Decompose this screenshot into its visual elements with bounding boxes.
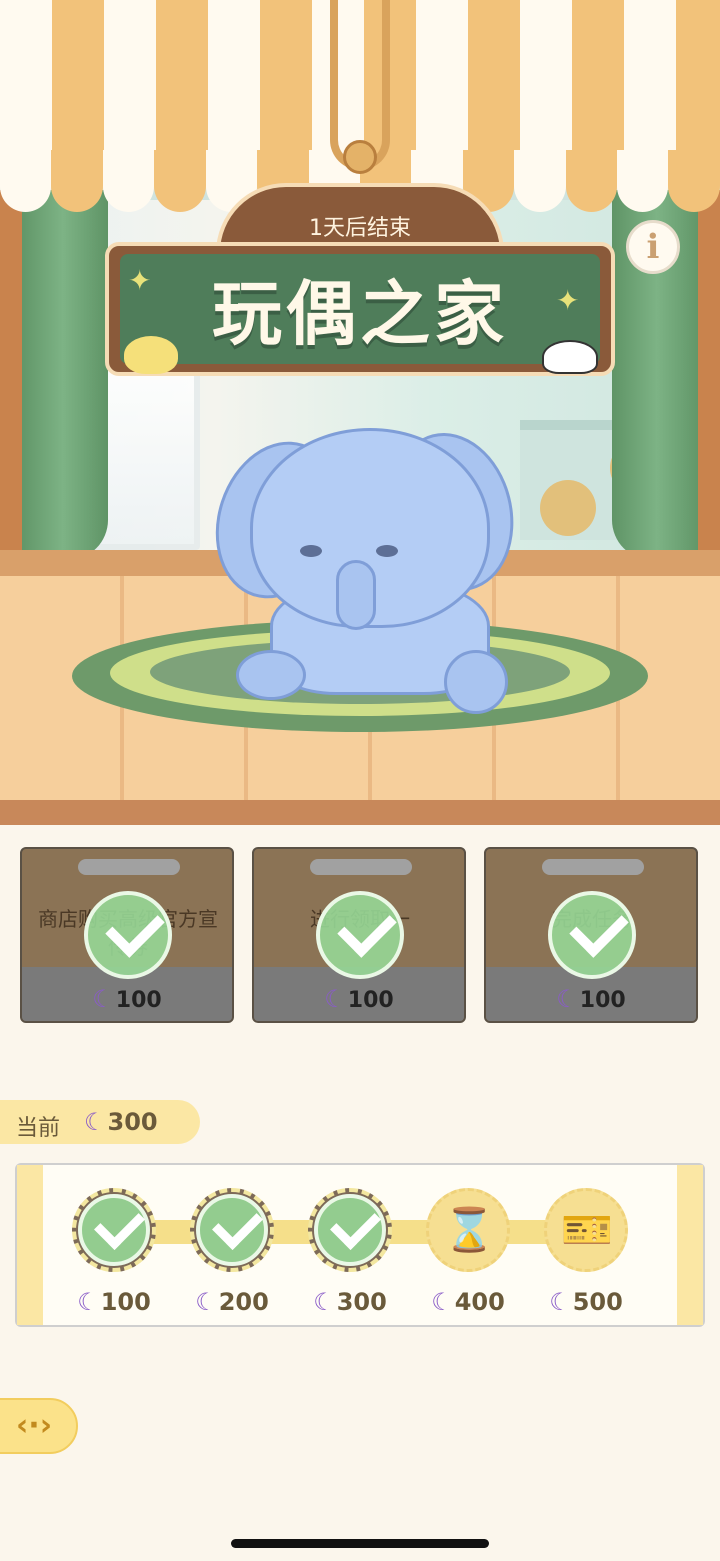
milestone-label: ☾400 [418, 1288, 518, 1316]
moon-currency-icon: ☾ [92, 985, 114, 1013]
task-reward: ☾100 [22, 985, 232, 1013]
task-card-tab [78, 859, 180, 875]
elephant-leg [444, 650, 508, 714]
floor-bottom-edge [0, 800, 720, 825]
task-card[interactable]: 完成任务 ☾100 [484, 847, 698, 1023]
task-card[interactable]: 商店购买高级官方宣传券 ☾100 [20, 847, 234, 1023]
back-arrow-icon: ‹·› [15, 1408, 53, 1443]
rope-knot [343, 140, 377, 174]
task-card[interactable]: 进行领取一 ☾100 [252, 847, 466, 1023]
info-button[interactable]: i [626, 220, 680, 274]
sparkle-icon: ✦ [556, 284, 580, 317]
ticket-icon: 🎫 [561, 1205, 614, 1254]
booth-post-left [0, 190, 22, 560]
claimed-check-icon [78, 1194, 150, 1266]
track-edge-left [17, 1165, 43, 1325]
task-card-tab [542, 859, 644, 875]
completed-check-icon [316, 891, 404, 979]
milestone-node-200[interactable] [190, 1188, 274, 1272]
completed-check-icon [548, 891, 636, 979]
elephant-trunk [336, 560, 376, 630]
milestone-node-400[interactable]: ⌛ [426, 1188, 510, 1272]
milestone-label: ☾300 [300, 1288, 400, 1316]
current-points-label: 当前 [16, 1116, 61, 1141]
milestone-value: 100 [100, 1288, 151, 1316]
hourglass-icon: ⌛ [443, 1205, 496, 1254]
task-reward: ☾100 [254, 985, 464, 1013]
task-reward-value: 100 [347, 988, 394, 1013]
chick-plush-icon [124, 336, 178, 374]
current-points-value: 300 [107, 1108, 158, 1136]
moon-currency-icon: ☾ [549, 1288, 571, 1316]
task-card-tab [310, 859, 412, 875]
milestone-label: ☾200 [182, 1288, 282, 1316]
teddy-bear-icon [540, 480, 596, 536]
panda-plush-icon [542, 340, 598, 374]
curtain-left [18, 190, 108, 560]
task-reward: ☾100 [486, 985, 696, 1013]
current-points: ☾300 [84, 1108, 158, 1136]
moon-currency-icon: ☾ [556, 985, 578, 1013]
claimed-check-icon [314, 1194, 386, 1266]
track-edge-right [677, 1165, 703, 1325]
milestone-value: 400 [454, 1288, 505, 1316]
moon-currency-icon: ☾ [195, 1288, 217, 1316]
elephant-eye [300, 545, 322, 557]
milestone-label: ☾500 [536, 1288, 636, 1316]
event-countdown: 1天后结束 [309, 216, 411, 241]
task-reward-value: 100 [115, 988, 162, 1013]
booth-post-right [698, 190, 720, 560]
back-button[interactable]: ‹·› [0, 1398, 78, 1454]
milestone-value: 500 [572, 1288, 623, 1316]
elephant-eye [376, 545, 398, 557]
milestone-label: ☾100 [64, 1288, 164, 1316]
claimed-check-icon [196, 1194, 268, 1266]
moon-currency-icon: ☾ [324, 985, 346, 1013]
task-reward-value: 100 [579, 988, 626, 1013]
completed-check-icon [84, 891, 172, 979]
event-banner-scene: 1天后结束 玩偶之家 ✦ ✦ i [0, 0, 720, 825]
sparkle-icon: ✦ [128, 264, 152, 297]
milestone-node-100[interactable] [72, 1188, 156, 1272]
task-list: 商店购买高级官方宣传券 ☾100 进行领取一 ☾100 完成任务 ☾100 [20, 847, 700, 1025]
moon-currency-icon: ☾ [77, 1288, 99, 1316]
milestone-value: 300 [336, 1288, 387, 1316]
milestone-node-300[interactable] [308, 1188, 392, 1272]
event-title: 玩偶之家 [212, 273, 508, 355]
moon-currency-icon: ☾ [431, 1288, 453, 1316]
milestone-value: 200 [218, 1288, 269, 1316]
moon-currency-icon: ☾ [313, 1288, 335, 1316]
home-indicator[interactable] [231, 1539, 489, 1548]
elephant-leg [236, 650, 306, 700]
moon-currency-icon: ☾ [84, 1108, 106, 1136]
milestone-node-500[interactable]: 🎫 [544, 1188, 628, 1272]
